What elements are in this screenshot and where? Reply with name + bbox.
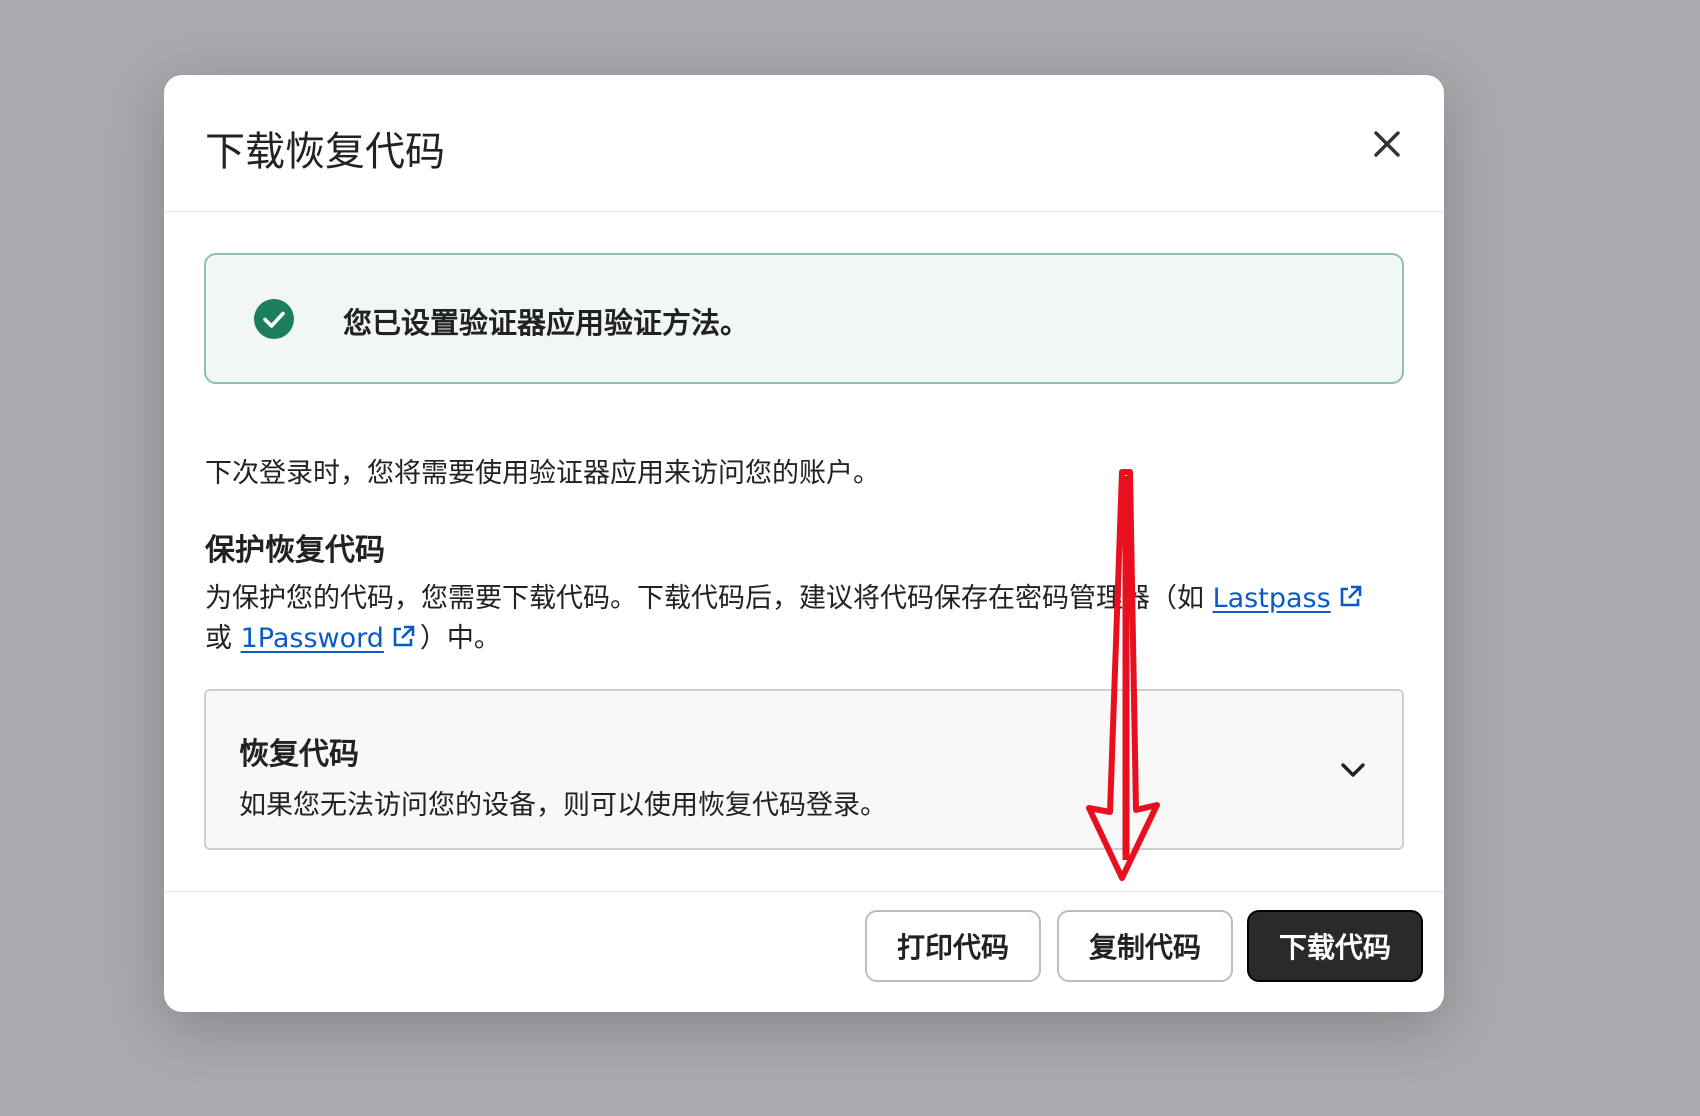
check-circle-icon [254, 299, 294, 339]
dialog-header: 下载恢复代码 [164, 75, 1444, 212]
chevron-down-icon[interactable] [1336, 753, 1370, 787]
copy-codes-button[interactable]: 复制代码 [1057, 910, 1233, 982]
desc-text-3: ）中。 [419, 623, 501, 654]
print-codes-button[interactable]: 打印代码 [865, 910, 1041, 982]
close-button[interactable] [1362, 119, 1412, 169]
dialog-footer: 打印代码 复制代码 下载代码 [164, 891, 1444, 1012]
download-recovery-codes-dialog: 下载恢复代码 您已设置验证器应用验证方法。 下次登录时，您将需要使用验证器应用来… [164, 75, 1444, 1012]
desc-text-2: 或 [205, 623, 241, 654]
recovery-codes-description: 如果您无法访问您的设备，则可以使用恢复代码登录。 [239, 790, 887, 821]
intro-text: 下次登录时，您将需要使用验证器应用来访问您的账户。 [205, 458, 880, 489]
recovery-codes-title: 恢复代码 [239, 737, 359, 772]
dialog-title: 下载恢复代码 [205, 129, 445, 175]
success-alert: 您已设置验证器应用验证方法。 [204, 253, 1404, 384]
recovery-codes-accordion[interactable]: 恢复代码 如果您无法访问您的设备，则可以使用恢复代码登录。 [204, 689, 1404, 850]
desc-text-1: 为保护您的代码，您需要下载代码。下载代码后，建议将代码保存在密码管理器（如 [205, 583, 1213, 614]
external-link-icon [393, 625, 415, 647]
close-icon [1374, 131, 1400, 157]
protect-codes-description: 为保护您的代码，您需要下载代码。下载代码后，建议将代码保存在密码管理器（如 La… [205, 579, 1405, 659]
alert-message: 您已设置验证器应用验证方法。 [343, 306, 750, 340]
protect-codes-heading: 保护恢复代码 [205, 533, 385, 568]
1password-link[interactable]: 1Password [241, 623, 384, 654]
lastpass-link[interactable]: Lastpass [1213, 583, 1331, 614]
external-link-icon [1340, 585, 1361, 607]
download-codes-button[interactable]: 下载代码 [1247, 910, 1423, 982]
